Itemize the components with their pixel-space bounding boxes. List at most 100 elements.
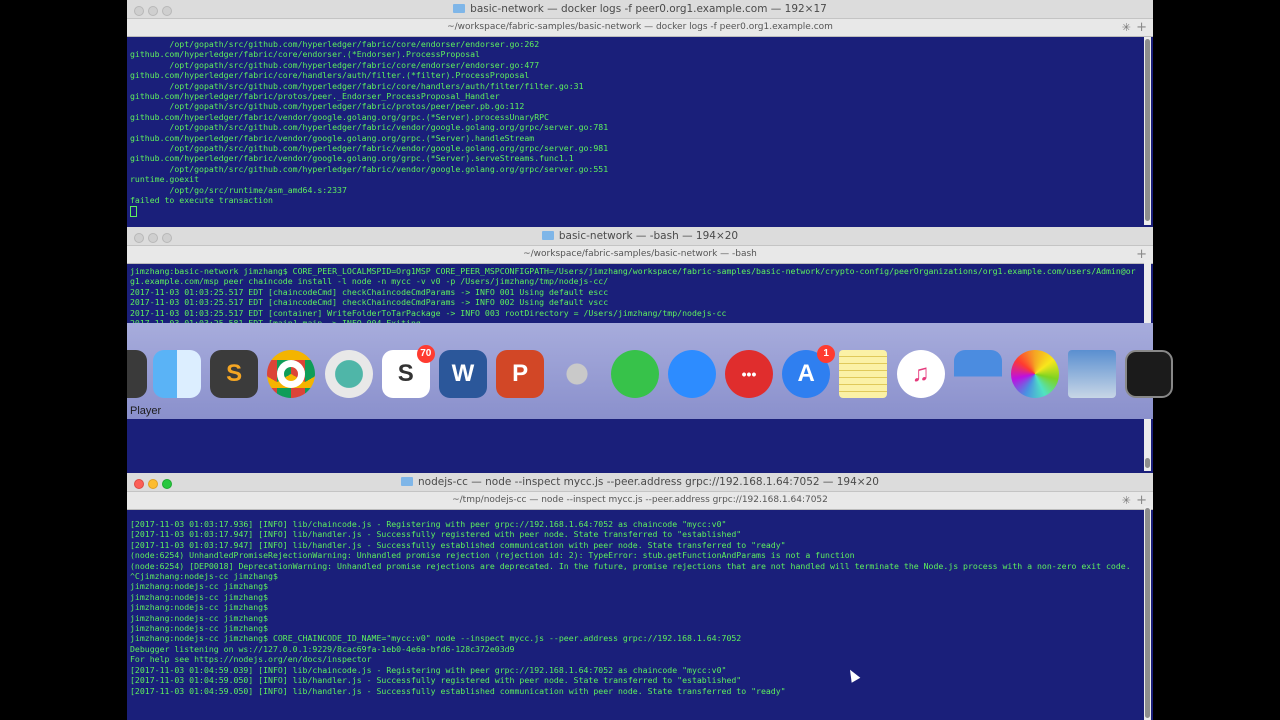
tab-title[interactable]: ~/workspace/fabric-samples/basic-network… xyxy=(523,249,757,259)
terminal-line: /opt/go/src/runtime/asm_amd64.s:2337 xyxy=(130,184,347,195)
dock-icon-glyph: S xyxy=(397,360,414,387)
minimize-button[interactable] xyxy=(148,233,158,243)
terminal-output[interactable]: jimzhang:basic-network jimzhang$ CORE_PE… xyxy=(127,264,1139,330)
terminal-line: github.com/hyperledger/fabric/vendor/goo… xyxy=(130,153,574,164)
terminal-cursor xyxy=(130,205,137,217)
zoom-button[interactable] xyxy=(162,479,172,489)
terminal-line: For help see https://nodejs.org/en/docs/… xyxy=(130,654,372,665)
tab-bar: ~/workspace/fabric-samples/basic-network… xyxy=(127,19,1153,37)
terminal-line: github.com/hyperledger/fabric/core/endor… xyxy=(130,49,480,60)
window-titlebar[interactable]: basic-network — -bash — 194×20 xyxy=(127,227,1153,246)
dock-icon-glyph: ••• xyxy=(741,366,757,382)
terminal-line: jimzhang:nodejs-cc jimzhang$ xyxy=(130,623,269,634)
folder-icon xyxy=(541,231,554,240)
keychain-icon[interactable] xyxy=(553,350,602,398)
finder-icon[interactable] xyxy=(153,350,201,398)
window-title: basic-network — -bash — 194×20 xyxy=(558,230,739,242)
preview-icon[interactable] xyxy=(1068,350,1117,398)
itunes-icon[interactable]: ♫ xyxy=(896,350,945,398)
photos-icon[interactable] xyxy=(1011,350,1059,398)
terminal-line: ^Cjimzhang:nodejs-cc jimzhang$ xyxy=(130,571,278,582)
zoom-button[interactable] xyxy=(162,6,172,16)
chrome-icon[interactable] xyxy=(267,350,316,398)
activity-spinner-icon: ✳ xyxy=(1121,494,1131,507)
tab-bar: ~/workspace/fabric-samples/basic-network… xyxy=(127,246,1153,264)
activity-monitor-icon[interactable] xyxy=(1125,350,1174,398)
terminal-window-node: nodejs-cc — node --inspect mycc.js --pee… xyxy=(127,473,1153,720)
terminal-line: jimzhang:nodejs-cc jimzhang$ CORE_CHAINC… xyxy=(130,633,742,644)
terminal-line: Debugger listening on ws://127.0.0.1:922… xyxy=(130,643,515,654)
minimize-button[interactable] xyxy=(148,6,158,16)
terminal-line: runtime.goexit xyxy=(130,174,200,185)
cursor-line xyxy=(130,205,1150,217)
dock-hover-label: Player xyxy=(130,405,162,417)
terminal-window-docker-logs: basic-network — docker logs -f peer0.org… xyxy=(127,0,1153,227)
tab-title[interactable]: ~/tmp/nodejs-cc — node --inspect mycc.js… xyxy=(452,495,828,505)
terminal-line: [2017-11-03 01:03:17.947] [INFO] lib/han… xyxy=(130,539,786,550)
dock-icon-glyph: A xyxy=(797,360,815,387)
activity-spinner-icon: ✳ xyxy=(1121,21,1131,34)
terminal-line: jimzhang:basic-network jimzhang$ CORE_PE… xyxy=(130,266,1136,287)
terminal-line: jimzhang:nodejs-cc jimzhang$ xyxy=(130,602,269,613)
terminal-line: /opt/gopath/src/github.com/hyperledger/f… xyxy=(130,122,609,133)
close-button[interactable] xyxy=(134,479,144,489)
new-tab-button[interactable]: + xyxy=(1136,19,1147,36)
scrollbar-thumb[interactable] xyxy=(1145,508,1150,718)
window-titlebar[interactable]: basic-network — docker logs -f peer0.org… xyxy=(127,0,1153,19)
terminal-line: (node:6254) [DEP0018] DeprecationWarning… xyxy=(130,560,1131,571)
terminal-line: 2017-11-03 01:03:25.517 EDT [container] … xyxy=(130,307,727,318)
terminal-line: failed to execute transaction xyxy=(130,195,273,206)
tab-bar: ~/tmp/nodejs-cc — node --inspect mycc.js… xyxy=(127,492,1153,510)
terminal-line: [2017-11-03 01:04:59.039] [INFO] lib/cha… xyxy=(130,664,727,675)
dock-icon-glyph: S xyxy=(226,360,243,387)
folder-icon xyxy=(401,477,414,486)
terminal-line: jimzhang:nodejs-cc jimzhang$ xyxy=(130,581,269,592)
terminal-line: 2017-11-03 01:03:25.517 EDT [chaincodeCm… xyxy=(130,286,609,297)
slack-icon[interactable]: S 70 xyxy=(381,345,435,398)
network-app-icon[interactable] xyxy=(324,350,373,398)
word-icon[interactable]: W xyxy=(439,350,487,398)
close-button[interactable] xyxy=(134,233,144,243)
powerpoint-icon[interactable]: P xyxy=(496,350,545,398)
window-titlebar[interactable]: nodejs-cc — node --inspect mycc.js --pee… xyxy=(127,473,1153,492)
terminal-line: [2017-11-03 01:03:17.947] [INFO] lib/han… xyxy=(130,529,742,540)
terminal-line: /opt/gopath/src/github.com/hyperledger/f… xyxy=(130,39,540,49)
zoom-icon[interactable] xyxy=(667,350,716,398)
scrollbar[interactable] xyxy=(1144,506,1151,720)
sublime-text-icon[interactable]: S xyxy=(210,350,259,398)
terminal-output[interactable]: [2017-11-03 01:03:17.936] [INFO] lib/cha… xyxy=(127,510,1139,698)
terminal-line: [2017-11-03 01:04:59.050] [INFO] lib/han… xyxy=(130,685,786,696)
terminal-line: /opt/gopath/src/github.com/hyperledger/f… xyxy=(130,101,525,112)
notification-badge: 1 xyxy=(817,345,836,363)
terminal-output[interactable]: /opt/gopath/src/github.com/hyperledger/f… xyxy=(127,37,1153,219)
dock-app-row: S S 70 W P ••• A 1 ♫ xyxy=(127,343,1174,403)
scrollbar[interactable] xyxy=(1144,37,1151,225)
terminal-line: github.com/hyperledger/fabric/vendor/goo… xyxy=(130,111,549,122)
zoom-button[interactable] xyxy=(162,233,172,243)
cloud-app-icon[interactable] xyxy=(610,350,659,398)
close-button[interactable] xyxy=(134,6,144,16)
player-icon[interactable] xyxy=(127,350,147,398)
left-margin xyxy=(0,0,127,720)
notes-icon[interactable] xyxy=(839,350,888,398)
scrollbar-thumb[interactable] xyxy=(1145,39,1150,221)
terminal-line: github.com/hyperledger/fabric/core/handl… xyxy=(130,70,530,81)
terminal-line: github.com/hyperledger/fabric/protos/pee… xyxy=(130,91,500,102)
dock-icon-glyph: W xyxy=(451,360,475,387)
terminal-line: (node:6254) UnhandledPromiseRejectionWar… xyxy=(130,550,855,561)
speech-bubble-app-icon[interactable]: ••• xyxy=(725,350,773,398)
keynote-icon[interactable] xyxy=(953,350,1002,398)
app-store-icon[interactable]: A1 xyxy=(782,345,836,398)
dock: S S 70 W P ••• A 1 ♫ Player xyxy=(127,323,1174,419)
terminal-line: jimzhang:nodejs-cc jimzhang$ xyxy=(130,591,269,602)
scrollbar-thumb[interactable] xyxy=(1145,458,1150,468)
terminal-line: /opt/gopath/src/github.com/hyperledger/f… xyxy=(130,163,609,174)
terminal-line: github.com/hyperledger/fabric/vendor/goo… xyxy=(130,132,535,143)
dock-icon-glyph: P xyxy=(512,360,529,387)
minimize-button[interactable] xyxy=(148,479,158,489)
notification-badge: 70 xyxy=(416,345,435,363)
terminal-line: [2017-11-03 01:03:17.936] [INFO] lib/cha… xyxy=(130,519,727,529)
dock-icon-glyph: ♫ xyxy=(911,360,930,387)
tab-title[interactable]: ~/workspace/fabric-samples/basic-network… xyxy=(447,22,833,32)
terminal-line: /opt/gopath/src/github.com/hyperledger/f… xyxy=(130,59,540,70)
